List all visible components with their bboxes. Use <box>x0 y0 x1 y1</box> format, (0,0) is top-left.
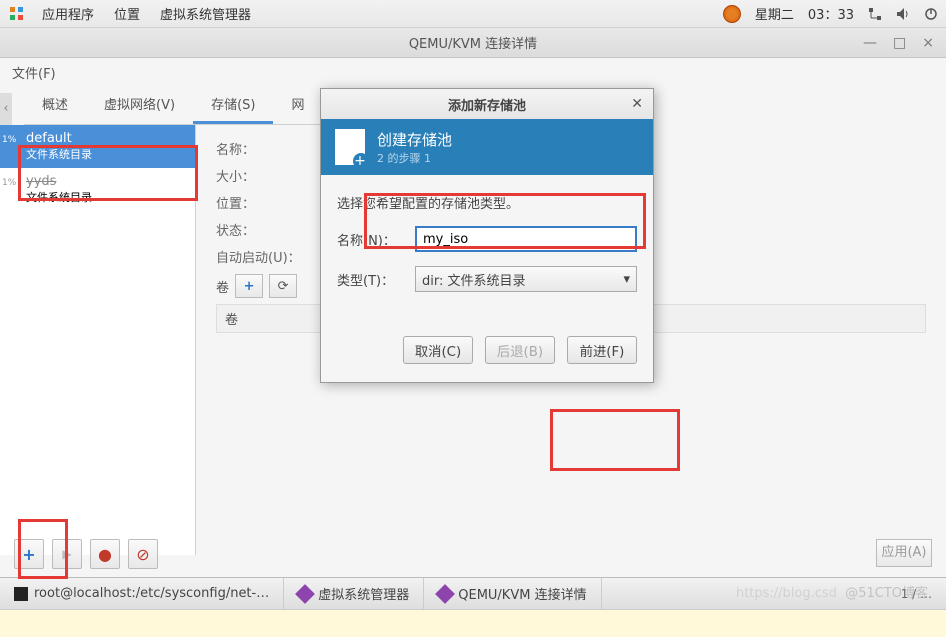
chevron-down-icon: ▾ <box>623 272 630 287</box>
dialog-title: 添加新存储池 <box>448 95 526 114</box>
highlight-annotation <box>364 193 646 249</box>
tab-virtual-networks[interactable]: 虚拟网络(V) <box>86 86 193 124</box>
maximize-button[interactable]: □ <box>893 35 906 51</box>
close-icon[interactable]: ✕ <box>631 96 643 112</box>
watermark: https://blog.csd @51CTO博客 <box>736 582 928 601</box>
network-icon[interactable] <box>868 7 882 21</box>
close-button[interactable]: × <box>922 35 934 51</box>
tab-storage[interactable]: 存储(S) <box>193 86 273 124</box>
tab-bar: 概述 虚拟网络(V) 存储(S) 网 <box>24 86 322 125</box>
file-menu[interactable]: 文件(F) <box>0 58 946 86</box>
name-label: 名称： <box>216 139 316 158</box>
highlight-annotation <box>550 409 680 471</box>
volumes-label: 卷 <box>216 277 229 296</box>
storage-pool-icon <box>335 129 365 165</box>
taskbar-connection-details[interactable]: QEMU/KVM 连接详情 <box>424 578 601 609</box>
delete-pool-button[interactable]: ⊘ <box>128 539 158 569</box>
dialog-header: 创建存储池 2 的步骤 1 <box>321 119 653 175</box>
back-button: 后退(B) <box>485 336 555 364</box>
menu-applications[interactable]: 应用程序 <box>32 0 104 27</box>
pool-usage-pct: 1% <box>2 135 16 145</box>
vm-manager-icon <box>295 584 315 604</box>
highlight-annotation <box>18 519 68 579</box>
pool-usage-pct: 1% <box>2 178 16 188</box>
clock-icon[interactable] <box>723 5 741 23</box>
location-label: 位置： <box>216 193 316 212</box>
time-label: 03：33 <box>808 4 854 23</box>
refresh-volumes-button[interactable]: ⟳ <box>269 274 297 298</box>
cancel-button[interactable]: 取消(C) <box>403 336 473 364</box>
tab-network-interfaces[interactable]: 网 <box>273 86 322 124</box>
minimize-button[interactable]: — <box>863 35 877 51</box>
status-strip <box>0 609 946 637</box>
pool-type-dropdown[interactable]: dir: 文件系统目录 ▾ <box>415 266 637 292</box>
window-title: QEMU/KVM 连接详情 <box>0 33 946 52</box>
system-top-bar: 应用程序 位置 虚拟系统管理器 星期二 03：33 <box>0 0 946 28</box>
dialog-title-bar: 添加新存储池 ✕ <box>321 89 653 119</box>
taskbar-vm-manager[interactable]: 虚拟系统管理器 <box>284 578 424 609</box>
day-label: 星期二 <box>755 4 794 23</box>
record-button[interactable]: ● <box>90 539 120 569</box>
forward-button[interactable]: 前进(F) <box>567 336 637 364</box>
size-label: 大小： <box>216 166 316 185</box>
window-title-bar: QEMU/KVM 连接详情 — □ × <box>0 28 946 58</box>
taskbar-terminal[interactable]: root@localhost:/etc/sysconfig/net-… <box>0 578 284 609</box>
apply-button[interactable]: 应用(A) <box>876 539 932 567</box>
state-label: 状态： <box>216 220 316 239</box>
add-volume-button[interactable]: + <box>235 274 263 298</box>
menu-places[interactable]: 位置 <box>104 0 150 27</box>
pool-name: default <box>26 131 185 146</box>
vm-manager-icon <box>435 584 455 604</box>
sound-icon[interactable] <box>896 7 910 21</box>
power-icon[interactable] <box>924 7 938 21</box>
autostart-label: 自动启动(U)： <box>216 247 316 266</box>
tab-overview[interactable]: 概述 <box>24 86 86 124</box>
tab-scroll-left[interactable]: ‹ <box>0 93 12 125</box>
terminal-icon <box>14 587 28 601</box>
dialog-step-label: 2 的步骤 1 <box>377 150 452 166</box>
apps-icon <box>8 5 26 23</box>
menu-vm-manager[interactable]: 虚拟系统管理器 <box>150 0 261 27</box>
dialog-header-title: 创建存储池 <box>377 129 452 150</box>
pool-type-value: dir: 文件系统目录 <box>422 270 526 289</box>
highlight-annotation <box>18 145 198 201</box>
type-field-label: 类型(T)： <box>337 270 407 289</box>
